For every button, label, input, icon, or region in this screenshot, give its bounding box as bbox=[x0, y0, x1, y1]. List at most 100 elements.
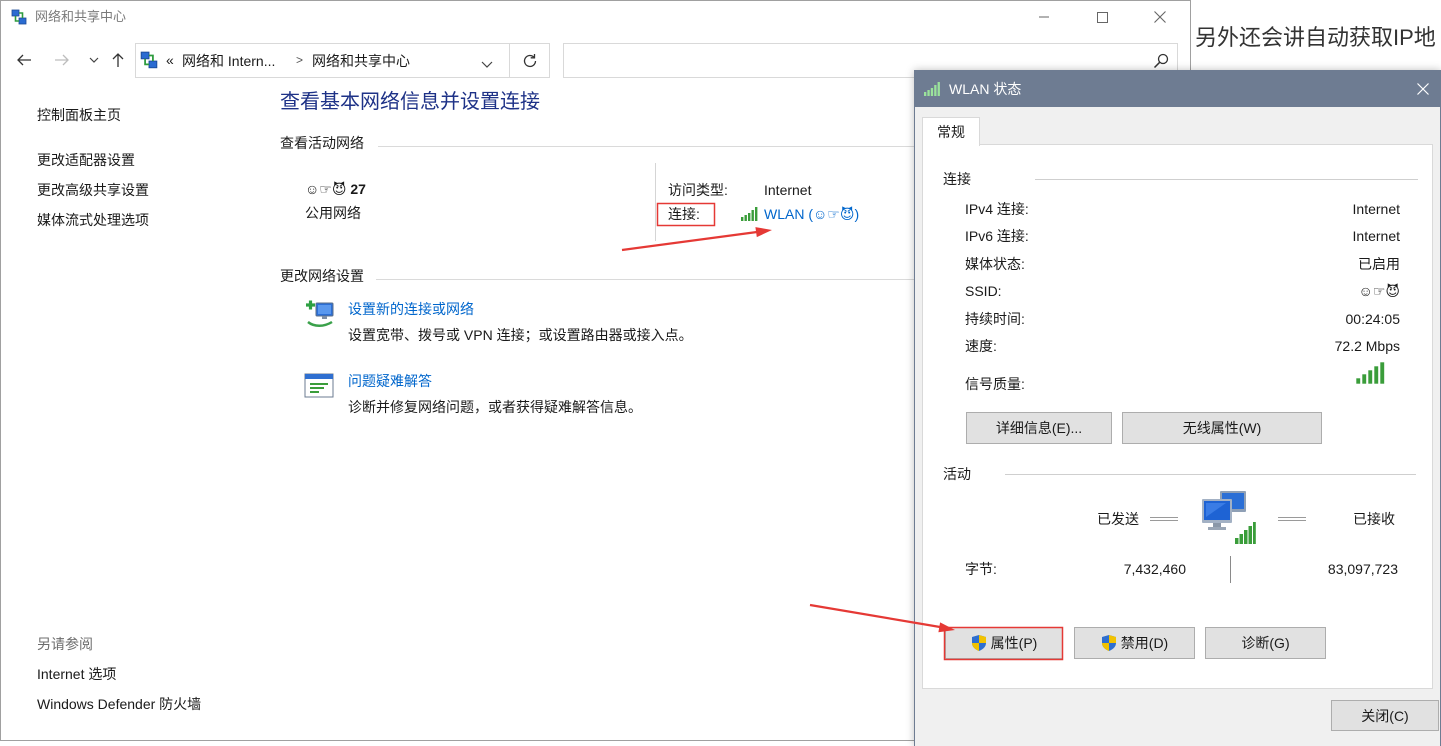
close-button[interactable] bbox=[1137, 1, 1183, 33]
group-divider bbox=[1035, 179, 1418, 180]
access-type-label: 访问类型: bbox=[668, 182, 728, 198]
signal-quality-label: 信号质量: bbox=[965, 376, 1025, 392]
wifi-signal-icon bbox=[741, 207, 759, 224]
setup-connection-icon bbox=[304, 298, 336, 333]
page-title: 查看基本网络信息并设置连接 bbox=[280, 91, 540, 113]
minimize-icon bbox=[1039, 16, 1049, 18]
media-state-label: 媒体状态: bbox=[965, 256, 1025, 272]
bytes-divider bbox=[1230, 556, 1231, 583]
dialog-close-text-button[interactable]: 关闭(C) bbox=[1331, 700, 1439, 731]
refresh-icon bbox=[523, 54, 537, 68]
duration-value: 00:24:05 bbox=[1345, 311, 1401, 327]
chevron-down-icon bbox=[481, 61, 493, 68]
ssid-label: SSID: bbox=[965, 283, 1002, 299]
network-sharing-center-icon bbox=[11, 9, 27, 29]
sidebar-item-adapter-settings[interactable]: 更改适配器设置 bbox=[37, 150, 135, 170]
change-settings-section-title: 更改网络设置 bbox=[280, 268, 364, 284]
address-bar[interactable]: « 网络和 Intern... > 网络和共享中心 bbox=[135, 43, 550, 78]
wlan-connection-link[interactable]: WLAN (☺☞😈) bbox=[764, 204, 859, 224]
forward-button[interactable] bbox=[51, 49, 73, 71]
properties-button[interactable]: 属性(P) bbox=[945, 627, 1063, 659]
tab-panel: 连接 IPv4 连接: Internet IPv6 连接: Internet 媒… bbox=[922, 144, 1433, 689]
dialog-title-bar[interactable]: WLAN 状态 bbox=[915, 71, 1440, 107]
bytes-label: 字节: bbox=[965, 561, 997, 577]
window-title: 网络和共享中心 bbox=[35, 9, 127, 24]
ipv6-value: Internet bbox=[1352, 228, 1400, 244]
troubleshoot-icon bbox=[304, 372, 335, 403]
tab-general[interactable]: 常规 bbox=[922, 117, 980, 146]
breadcrumb-separator[interactable]: > bbox=[296, 50, 303, 70]
connection-group-heading: 连接 bbox=[943, 171, 971, 187]
refresh-button[interactable] bbox=[522, 53, 538, 72]
details-button-label: 详细信息(E)... bbox=[995, 420, 1083, 436]
access-type-value: Internet bbox=[764, 182, 812, 198]
sidebar-item-media-streaming[interactable]: 媒体流式处理选项 bbox=[37, 210, 149, 230]
signal-quality-indicator bbox=[1355, 361, 1386, 387]
ipv6-label: IPv6 连接: bbox=[965, 228, 1029, 244]
signal-quality-bar bbox=[1367, 369, 1373, 385]
minimize-button[interactable] bbox=[1021, 1, 1067, 33]
setup-connection-description: 设置宽带、拨号或 VPN 连接；或设置路由器或接入点。 bbox=[348, 327, 693, 343]
sent-label: 已发送 bbox=[1097, 511, 1139, 527]
received-label: 已接收 bbox=[1353, 511, 1395, 527]
speed-value: 72.2 Mbps bbox=[1334, 338, 1400, 354]
bytes-received-value: 83,097,723 bbox=[1327, 561, 1398, 577]
see-also-internet-options[interactable]: Internet 选项 bbox=[37, 664, 116, 684]
troubleshoot-description: 诊断并修复网络问题，或者获得疑难解答信息。 bbox=[348, 399, 642, 415]
signal-quality-bar bbox=[1361, 373, 1367, 385]
close-icon bbox=[1417, 83, 1429, 95]
search-icon bbox=[1153, 53, 1169, 69]
properties-button-label: 属性(P) bbox=[990, 635, 1038, 651]
sent-line bbox=[1150, 517, 1178, 521]
diagnose-button[interactable]: 诊断(G) bbox=[1205, 627, 1326, 659]
network-category: 公用网络 bbox=[305, 205, 361, 221]
search-input[interactable] bbox=[570, 50, 1130, 71]
signal-quality-bar bbox=[1355, 377, 1361, 385]
group-divider bbox=[1005, 474, 1416, 475]
diagnose-button-label: 诊断(G) bbox=[1241, 635, 1290, 651]
maximize-button[interactable] bbox=[1079, 1, 1125, 33]
see-also-firewall[interactable]: Windows Defender 防火墙 bbox=[37, 694, 201, 714]
uac-shield-icon bbox=[1101, 635, 1116, 651]
signal-quality-bar bbox=[1373, 365, 1379, 385]
breadcrumb-network-sharing-center[interactable]: 网络和共享中心 bbox=[312, 51, 410, 71]
breadcrumb-overflow[interactable]: « bbox=[166, 50, 174, 70]
troubleshoot-link[interactable]: 问题疑难解答 bbox=[348, 371, 432, 391]
details-button[interactable]: 详细信息(E)... bbox=[966, 412, 1112, 444]
dialog-close-button[interactable] bbox=[1406, 71, 1440, 107]
sidebar-item-control-panel-home[interactable]: 控制面板主页 bbox=[37, 105, 121, 125]
up-arrow-icon bbox=[112, 53, 124, 67]
background-text: 另外还会讲自动获取IP地 bbox=[1195, 25, 1436, 50]
close-icon bbox=[1154, 11, 1166, 23]
up-button[interactable] bbox=[107, 49, 129, 71]
wireless-properties-button[interactable]: 无线属性(W) bbox=[1122, 412, 1322, 444]
back-button[interactable] bbox=[13, 49, 35, 71]
network-activity-icon bbox=[1198, 490, 1256, 549]
disable-button-label: 禁用(D) bbox=[1120, 635, 1169, 651]
maximize-icon bbox=[1096, 11, 1108, 23]
recent-locations-button[interactable] bbox=[83, 49, 105, 71]
activity-group-heading: 活动 bbox=[943, 466, 971, 482]
sidebar-item-advanced-sharing[interactable]: 更改高级共享设置 bbox=[37, 180, 149, 200]
disable-button[interactable]: 禁用(D) bbox=[1074, 627, 1195, 659]
wireless-properties-button-label: 无线属性(W) bbox=[1182, 420, 1262, 436]
setup-connection-link[interactable]: 设置新的连接或网络 bbox=[348, 299, 474, 319]
speed-label: 速度: bbox=[965, 338, 997, 354]
breadcrumb-network-internet[interactable]: 网络和 Intern... bbox=[182, 51, 275, 71]
network-name: ☺☞😈 27 bbox=[305, 181, 366, 197]
address-dropdown-button[interactable] bbox=[481, 56, 493, 72]
forward-arrow-icon bbox=[55, 54, 69, 66]
signal-quality-bar bbox=[1379, 361, 1385, 385]
background-article-text: 另外还会讲自动获取IP地 bbox=[1195, 23, 1441, 53]
ipv4-label: IPv4 连接: bbox=[965, 201, 1029, 217]
tab-general-label: 常规 bbox=[937, 124, 965, 140]
dialog-title: WLAN 状态 bbox=[949, 81, 1022, 97]
recent-locations-icon bbox=[89, 57, 99, 63]
back-arrow-icon bbox=[17, 54, 31, 66]
connections-label: 连接: bbox=[668, 206, 700, 222]
wifi-signal-icon bbox=[924, 82, 941, 99]
control-panel-network-icon bbox=[140, 51, 158, 73]
ipv4-value: Internet bbox=[1352, 201, 1400, 217]
uac-shield-icon bbox=[971, 635, 986, 651]
network-info-divider bbox=[655, 163, 656, 241]
